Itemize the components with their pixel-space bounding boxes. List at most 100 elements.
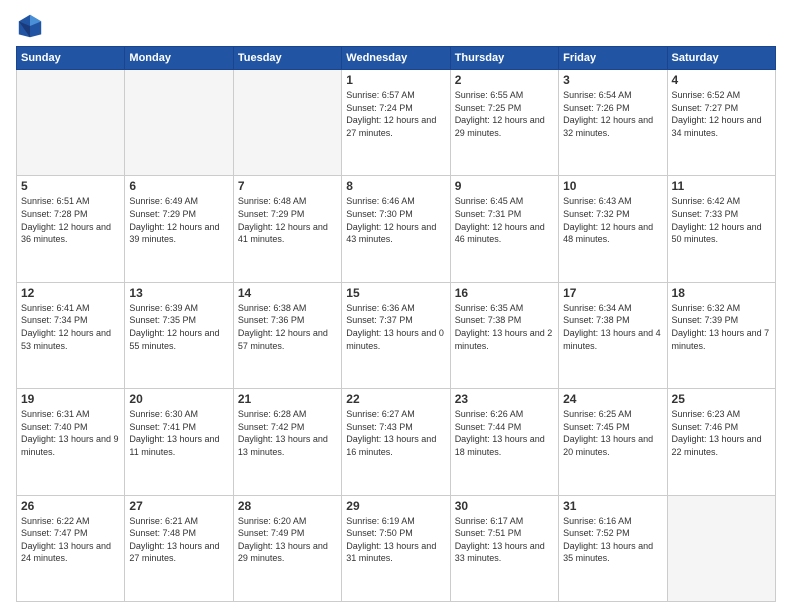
calendar-cell-w5-d3: 28Sunrise: 6:20 AMSunset: 7:49 PMDayligh… <box>233 495 341 601</box>
calendar-cell-w5-d1: 26 Sunrise: 6:22 AMSunset: 7:47 PMDayligh… <box>17 495 125 601</box>
calendar-cell-w4-d4: 22 Sunrise: 6:27 AMSunset: 7:43 PMDayligh… <box>342 389 450 495</box>
day-number: 30 <box>455 499 554 513</box>
day-info: Sunrise: 6:48 AMSunset: 7:29 PMDaylight:… <box>238 195 337 245</box>
day-info: Sunrise: 6:19 AMSunset: 7:50 PMDaylight:… <box>346 515 445 565</box>
calendar-cell-w4-d6: 24 Sunrise: 6:25 AMSunset: 7:45 PMDayligh… <box>559 389 667 495</box>
day-number: 26 <box>21 499 120 513</box>
calendar-cell-w2-d2: 6 Sunrise: 6:49 AMSunset: 7:29 PMDaylight… <box>125 176 233 282</box>
calendar-cell-w5-d2: 27Sunrise: 6:21 AMSunset: 7:48 PMDayligh… <box>125 495 233 601</box>
calendar-cell-w1-d3 <box>233 70 341 176</box>
day-number: 16 <box>455 286 554 300</box>
day-number: 1 <box>346 73 445 87</box>
day-info: Sunrise: 6:30 AMSunset: 7:41 PMDaylight:… <box>129 408 228 458</box>
day-number: 29 <box>346 499 445 513</box>
day-number: 12 <box>21 286 120 300</box>
day-info: Sunrise: 6:57 AMSunset: 7:24 PMDaylight:… <box>346 89 445 139</box>
calendar-cell-w2-d6: 10 Sunrise: 6:43 AMSunset: 7:32 PMDayligh… <box>559 176 667 282</box>
calendar-cell-w4-d2: 20 Sunrise: 6:30 AMSunset: 7:41 PMDayligh… <box>125 389 233 495</box>
day-number: 9 <box>455 179 554 193</box>
calendar-cell-w5-d7 <box>667 495 775 601</box>
day-number: 4 <box>672 73 771 87</box>
day-info: Sunrise: 6:22 AMSunset: 7:47 PMDaylight:… <box>21 515 120 565</box>
day-number: 13 <box>129 286 228 300</box>
day-number: 24 <box>563 392 662 406</box>
week-row-1: 1 Sunrise: 6:57 AMSunset: 7:24 PMDaylight… <box>17 70 776 176</box>
page: SundayMondayTuesdayWednesdayThursdayFrid… <box>0 0 792 612</box>
calendar-cell-w3-d6: 17 Sunrise: 6:34 AMSunset: 7:38 PMDayligh… <box>559 282 667 388</box>
calendar-cell-w1-d5: 2 Sunrise: 6:55 AMSunset: 7:25 PMDaylight… <box>450 70 558 176</box>
day-info: Sunrise: 6:32 AMSunset: 7:39 PMDaylight:… <box>672 302 771 352</box>
weekday-header-saturday: Saturday <box>667 47 775 70</box>
day-info: Sunrise: 6:31 AMSunset: 7:40 PMDaylight:… <box>21 408 120 458</box>
header <box>16 12 776 40</box>
day-number: 15 <box>346 286 445 300</box>
calendar-cell-w4-d7: 25Sunrise: 6:23 AMSunset: 7:46 PMDayligh… <box>667 389 775 495</box>
calendar-cell-w4-d1: 19 Sunrise: 6:31 AMSunset: 7:40 PMDayligh… <box>17 389 125 495</box>
day-info: Sunrise: 6:55 AMSunset: 7:25 PMDaylight:… <box>455 89 554 139</box>
day-number: 17 <box>563 286 662 300</box>
day-number: 19 <box>21 392 120 406</box>
calendar-cell-w3-d4: 15 Sunrise: 6:36 AMSunset: 7:37 PMDayligh… <box>342 282 450 388</box>
day-info: Sunrise: 6:54 AMSunset: 7:26 PMDaylight:… <box>563 89 662 139</box>
week-row-2: 5Sunrise: 6:51 AMSunset: 7:28 PMDaylight… <box>17 176 776 282</box>
day-info: Sunrise: 6:39 AMSunset: 7:35 PMDaylight:… <box>129 302 228 352</box>
day-info: Sunrise: 6:25 AMSunset: 7:45 PMDaylight:… <box>563 408 662 458</box>
calendar-cell-w2-d4: 8 Sunrise: 6:46 AMSunset: 7:30 PMDaylight… <box>342 176 450 282</box>
day-info: Sunrise: 6:35 AMSunset: 7:38 PMDaylight:… <box>455 302 554 352</box>
day-number: 21 <box>238 392 337 406</box>
day-info: Sunrise: 6:34 AMSunset: 7:38 PMDaylight:… <box>563 302 662 352</box>
week-row-3: 12Sunrise: 6:41 AMSunset: 7:34 PMDayligh… <box>17 282 776 388</box>
day-number: 14 <box>238 286 337 300</box>
day-info: Sunrise: 6:43 AMSunset: 7:32 PMDaylight:… <box>563 195 662 245</box>
calendar-cell-w2-d5: 9Sunrise: 6:45 AMSunset: 7:31 PMDaylight… <box>450 176 558 282</box>
logo <box>16 12 47 40</box>
calendar-cell-w1-d2 <box>125 70 233 176</box>
day-info: Sunrise: 6:28 AMSunset: 7:42 PMDaylight:… <box>238 408 337 458</box>
day-number: 22 <box>346 392 445 406</box>
calendar-cell-w3-d3: 14 Sunrise: 6:38 AMSunset: 7:36 PMDayligh… <box>233 282 341 388</box>
weekday-header-tuesday: Tuesday <box>233 47 341 70</box>
calendar-cell-w3-d5: 16 Sunrise: 6:35 AMSunset: 7:38 PMDayligh… <box>450 282 558 388</box>
day-number: 23 <box>455 392 554 406</box>
calendar-cell-w1-d6: 3 Sunrise: 6:54 AMSunset: 7:26 PMDaylight… <box>559 70 667 176</box>
day-number: 8 <box>346 179 445 193</box>
day-number: 3 <box>563 73 662 87</box>
day-info: Sunrise: 6:23 AMSunset: 7:46 PMDaylight:… <box>672 408 771 458</box>
day-info: Sunrise: 6:46 AMSunset: 7:30 PMDaylight:… <box>346 195 445 245</box>
calendar-cell-w2-d3: 7 Sunrise: 6:48 AMSunset: 7:29 PMDaylight… <box>233 176 341 282</box>
weekday-header-friday: Friday <box>559 47 667 70</box>
day-info: Sunrise: 6:49 AMSunset: 7:29 PMDaylight:… <box>129 195 228 245</box>
calendar-cell-w1-d4: 1 Sunrise: 6:57 AMSunset: 7:24 PMDaylight… <box>342 70 450 176</box>
calendar-cell-w2-d7: 11 Sunrise: 6:42 AMSunset: 7:33 PMDayligh… <box>667 176 775 282</box>
weekday-header-thursday: Thursday <box>450 47 558 70</box>
calendar-cell-w1-d1 <box>17 70 125 176</box>
day-number: 28 <box>238 499 337 513</box>
calendar-cell-w4-d3: 21 Sunrise: 6:28 AMSunset: 7:42 PMDayligh… <box>233 389 341 495</box>
calendar-table: SundayMondayTuesdayWednesdayThursdayFrid… <box>16 46 776 602</box>
day-info: Sunrise: 6:27 AMSunset: 7:43 PMDaylight:… <box>346 408 445 458</box>
day-info: Sunrise: 6:36 AMSunset: 7:37 PMDaylight:… <box>346 302 445 352</box>
weekday-header-row: SundayMondayTuesdayWednesdayThursdayFrid… <box>17 47 776 70</box>
day-number: 18 <box>672 286 771 300</box>
day-number: 2 <box>455 73 554 87</box>
calendar-cell-w3-d2: 13 Sunrise: 6:39 AMSunset: 7:35 PMDayligh… <box>125 282 233 388</box>
day-number: 6 <box>129 179 228 193</box>
calendar-cell-w4-d5: 23 Sunrise: 6:26 AMSunset: 7:44 PMDayligh… <box>450 389 558 495</box>
day-number: 20 <box>129 392 228 406</box>
calendar-cell-w3-d1: 12Sunrise: 6:41 AMSunset: 7:34 PMDayligh… <box>17 282 125 388</box>
day-number: 11 <box>672 179 771 193</box>
day-info: Sunrise: 6:21 AMSunset: 7:48 PMDaylight:… <box>129 515 228 565</box>
calendar-cell-w2-d1: 5Sunrise: 6:51 AMSunset: 7:28 PMDaylight… <box>17 176 125 282</box>
day-info: Sunrise: 6:17 AMSunset: 7:51 PMDaylight:… <box>455 515 554 565</box>
weekday-header-sunday: Sunday <box>17 47 125 70</box>
day-info: Sunrise: 6:26 AMSunset: 7:44 PMDaylight:… <box>455 408 554 458</box>
day-info: Sunrise: 6:38 AMSunset: 7:36 PMDaylight:… <box>238 302 337 352</box>
weekday-header-monday: Monday <box>125 47 233 70</box>
day-info: Sunrise: 6:42 AMSunset: 7:33 PMDaylight:… <box>672 195 771 245</box>
calendar-cell-w1-d7: 4Sunrise: 6:52 AMSunset: 7:27 PMDaylight… <box>667 70 775 176</box>
day-number: 7 <box>238 179 337 193</box>
day-number: 10 <box>563 179 662 193</box>
day-number: 31 <box>563 499 662 513</box>
calendar-cell-w5-d5: 30 Sunrise: 6:17 AMSunset: 7:51 PMDayligh… <box>450 495 558 601</box>
calendar-cell-w5-d4: 29 Sunrise: 6:19 AMSunset: 7:50 PMDayligh… <box>342 495 450 601</box>
